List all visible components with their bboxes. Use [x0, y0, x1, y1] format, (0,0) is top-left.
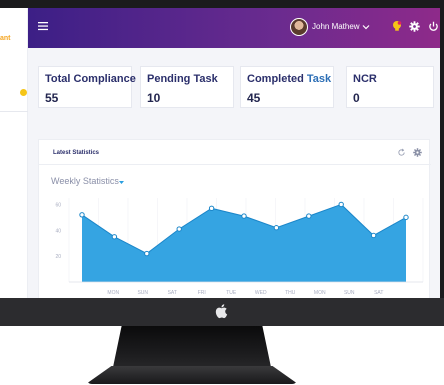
- x-tick-label: SUN: [344, 290, 355, 296]
- chart-point: [144, 250, 150, 257]
- x-tick-label: TUE: [226, 290, 237, 296]
- chart-point: [208, 205, 215, 212]
- chart-title: Weekly Statistics: [51, 176, 119, 186]
- weekly-statistics-chart: 60 40 20 MON SUN SAT FRI TUE WED THU MON SUN SAT: [55, 198, 424, 296]
- stat-label: NCR: [353, 73, 377, 85]
- sidebar-status-dot: [20, 89, 27, 96]
- chart-point: [176, 226, 182, 232]
- chart-point: [111, 234, 118, 240]
- gear-icon[interactable]: [413, 148, 422, 157]
- monitor-bezel-top: [0, 0, 444, 8]
- caret-down-icon[interactable]: [119, 180, 124, 185]
- stat-label-main: Completed: [247, 73, 304, 85]
- stat-label-accent: Task: [306, 73, 332, 85]
- x-tick-label: SAT: [374, 290, 383, 296]
- x-tick-label: FRI: [198, 290, 206, 296]
- stat-value: 45: [247, 91, 261, 105]
- monitor-stand-base: [86, 366, 298, 384]
- stat-card-ncr[interactable]: NCR 0: [346, 66, 434, 108]
- stat-label: Completed Task: [247, 73, 331, 85]
- chart-point: [241, 213, 247, 219]
- y-tick-label: 20: [55, 254, 61, 260]
- top-bar: John Mathew: [28, 8, 440, 48]
- x-tick-label: MON: [107, 290, 119, 296]
- y-tick-label: 40: [55, 228, 61, 234]
- chart-point: [370, 232, 377, 239]
- x-tick-label: THU: [285, 290, 296, 296]
- stat-card-completed-task[interactable]: Completed Task 45: [240, 66, 334, 108]
- stat-value: 0: [353, 91, 360, 105]
- menu-icon[interactable]: [38, 21, 48, 31]
- user-name[interactable]: John Mathew: [312, 22, 360, 31]
- y-tick-label: 60: [55, 202, 61, 208]
- sidebar-divider: [0, 111, 28, 112]
- panel-divider: [39, 164, 431, 165]
- chart-point: [306, 213, 312, 219]
- x-tick-label: SAT: [168, 290, 177, 296]
- stat-card-pending-task[interactable]: Pending Task 10: [140, 66, 234, 108]
- monitor-screen: ant John Mathew Total Compliance 55 Pend…: [0, 8, 440, 298]
- lightbulb-icon[interactable]: [391, 20, 403, 32]
- chart-point: [338, 201, 344, 208]
- monitor-stand-neck: [112, 326, 272, 372]
- x-tick-label: MON: [314, 290, 326, 296]
- chart-point: [273, 225, 280, 231]
- refresh-icon[interactable]: [397, 148, 406, 157]
- stat-value: 10: [147, 91, 161, 105]
- panel-title: Latest Statistics: [53, 150, 100, 156]
- chevron-down-icon[interactable]: [362, 23, 370, 31]
- apple-logo-icon: [215, 304, 228, 319]
- stat-card-total-compliance[interactable]: Total Compliance 55: [38, 66, 136, 108]
- monitor-bezel-right: [440, 0, 444, 305]
- sidebar-brand-text[interactable]: ant: [0, 35, 11, 42]
- avatar[interactable]: [290, 18, 308, 36]
- chart-point: [79, 212, 85, 218]
- x-tick-label: SUN: [137, 290, 148, 296]
- x-tick-label: WED: [255, 290, 267, 296]
- sidebar: ant: [0, 8, 28, 298]
- stat-label: Pending Task: [147, 73, 218, 85]
- stat-value: 55: [45, 91, 59, 105]
- stat-label: Total Compliance: [45, 73, 136, 85]
- power-icon[interactable]: [428, 21, 439, 32]
- gear-icon[interactable]: [409, 21, 420, 32]
- chart-point: [403, 214, 409, 221]
- latest-statistics-panel: Latest Statistics Weekly Statistics 60 40…: [38, 139, 431, 298]
